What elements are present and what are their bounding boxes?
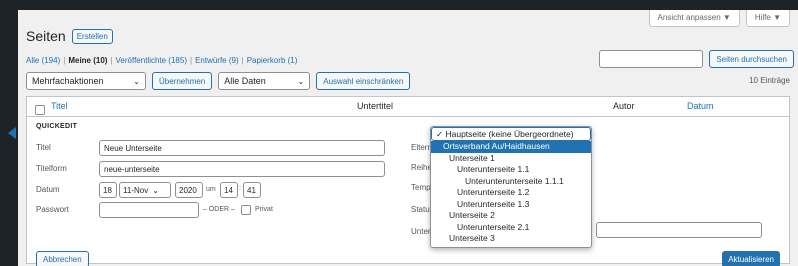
parent-option[interactable]: Unterunterseite 1.3 bbox=[431, 199, 591, 211]
view-mine[interactable]: Meine (10) bbox=[68, 56, 107, 65]
column-date[interactable]: Datum bbox=[687, 101, 714, 111]
admin-bar bbox=[0, 0, 798, 10]
parent-option[interactable]: Unterunterseite 1.2 bbox=[431, 187, 591, 199]
search-box: Seiten durchsuchen bbox=[599, 50, 794, 68]
or-text: – ODER – bbox=[203, 206, 235, 213]
parent-option[interactable]: Unterseite 1 bbox=[431, 153, 591, 165]
search-input[interactable] bbox=[599, 50, 704, 68]
chevron-down-icon: ⌄ bbox=[297, 76, 305, 86]
view-separator: | bbox=[189, 56, 193, 65]
screen-options-tab[interactable]: Ansicht anpassen ▼ bbox=[648, 10, 740, 27]
private-checkbox[interactable] bbox=[241, 204, 251, 215]
hour-field[interactable]: 14 bbox=[220, 182, 238, 198]
date-label: Datum bbox=[36, 185, 60, 194]
page-title-row: Seiten Erstellen bbox=[26, 28, 113, 44]
add-new-button[interactable]: Erstellen bbox=[71, 28, 113, 44]
private-label: Privat bbox=[255, 206, 273, 213]
help-tab[interactable]: Hilfe ▼ bbox=[745, 10, 790, 27]
update-button[interactable]: Aktualisieren bbox=[722, 251, 780, 266]
parent-options: Ortsverband Au/Haidhausen Unterseite 1 U… bbox=[431, 141, 591, 245]
cancel-button[interactable]: Abbrechen bbox=[36, 251, 89, 266]
parent-option[interactable]: Unterunterunterseite 1.1.1 bbox=[431, 176, 591, 188]
view-separator: | bbox=[63, 56, 66, 65]
column-subtitle: Untertitel bbox=[357, 101, 394, 111]
view-published[interactable]: Veröffentlichte (185) bbox=[116, 56, 187, 65]
title-label: Titel bbox=[36, 143, 51, 152]
parent-option[interactable]: Unterseite 2 bbox=[431, 210, 591, 222]
parent-select-current[interactable]: ✓ Hauptseite (keine Übergeordnete) bbox=[431, 127, 591, 141]
at-text: um bbox=[206, 186, 216, 193]
column-author: Autor bbox=[613, 101, 635, 111]
day-field[interactable]: 18 bbox=[99, 182, 117, 198]
column-title[interactable]: Titel bbox=[51, 101, 68, 111]
view-all[interactable]: Alle (194) bbox=[26, 56, 60, 65]
admin-menu-edge bbox=[0, 10, 18, 266]
current-menu-arrow-icon bbox=[8, 127, 16, 139]
parent-option[interactable]: Unterunterseite 1.1 bbox=[431, 164, 591, 176]
parent-option[interactable]: Unterseite 3 bbox=[431, 233, 591, 245]
password-label: Passwort bbox=[36, 205, 69, 214]
table-header: Titel Untertitel Autor Datum bbox=[27, 97, 789, 117]
minute-field[interactable]: 41 bbox=[243, 182, 261, 198]
page-title: Seiten bbox=[26, 28, 66, 44]
apply-button[interactable]: Übernehmen bbox=[152, 72, 213, 90]
view-drafts[interactable]: Entwürfe (9) bbox=[195, 56, 239, 65]
parent-option[interactable]: Unterunterseite 2.1 bbox=[431, 222, 591, 234]
quickedit-heading: QUICKEDIT bbox=[36, 123, 78, 130]
year-field[interactable]: 2020 bbox=[175, 182, 203, 198]
status-views: Alle (194) | Meine (10) | Veröffentlicht… bbox=[26, 56, 297, 65]
time-colon: : bbox=[239, 185, 241, 192]
filter-button[interactable]: Auswahl einschränken bbox=[316, 72, 411, 90]
view-separator: | bbox=[110, 56, 113, 65]
slug-field[interactable]: neue-unterseite bbox=[99, 161, 385, 177]
parent-option[interactable]: Ortsverband Au/Haidhausen bbox=[431, 141, 591, 153]
subtitle-field[interactable] bbox=[596, 222, 762, 238]
bulk-action-value: Mehrfachaktionen bbox=[32, 76, 104, 86]
view-trash[interactable]: Papierkorb (1) bbox=[247, 56, 298, 65]
screen-meta-tabs: Ansicht anpassen ▼ Hilfe ▼ bbox=[648, 10, 790, 27]
tablenav: Mehrfachaktionen ⌄ Übernehmen Alle Daten… bbox=[26, 72, 411, 90]
bulk-action-select[interactable]: Mehrfachaktionen ⌄ bbox=[26, 72, 146, 90]
month-select[interactable]: 11-Nov ⌄ bbox=[119, 182, 171, 198]
items-count: 10 Einträge bbox=[749, 76, 790, 85]
view-separator: | bbox=[241, 56, 244, 65]
title-field[interactable]: Neue Unterseite bbox=[99, 140, 385, 156]
parent-dropdown[interactable]: ✓ Hauptseite (keine Übergeordnete) Ortsv… bbox=[430, 126, 592, 248]
password-field[interactable] bbox=[99, 202, 199, 218]
chevron-down-icon: ⌄ bbox=[152, 185, 159, 195]
date-filter-value: Alle Daten bbox=[224, 76, 266, 86]
pages-table: Titel Untertitel Autor Datum QUICKEDIT T… bbox=[26, 96, 790, 266]
month-value: 11-Nov bbox=[123, 185, 149, 195]
slug-label: Titelform bbox=[36, 164, 67, 173]
parent-label: Eltern bbox=[411, 143, 432, 152]
date-filter-select[interactable]: Alle Daten ⌄ bbox=[218, 72, 311, 90]
search-button[interactable]: Seiten durchsuchen bbox=[709, 50, 794, 68]
chevron-down-icon: ⌄ bbox=[133, 76, 140, 86]
